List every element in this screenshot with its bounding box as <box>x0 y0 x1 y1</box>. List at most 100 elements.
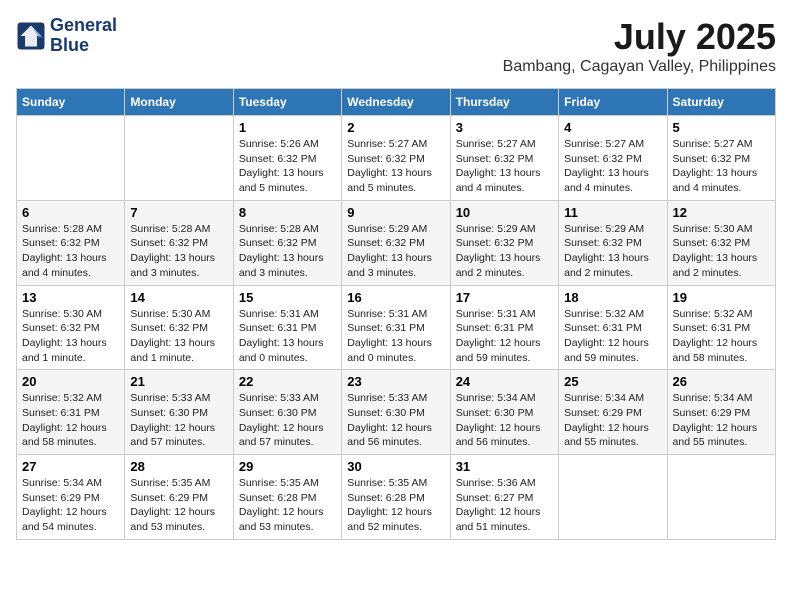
day-info: Sunrise: 5:33 AM Sunset: 6:30 PM Dayligh… <box>130 391 227 450</box>
calendar-cell: 6 Sunrise: 5:28 AM Sunset: 6:32 PM Daylig… <box>17 200 125 285</box>
calendar-cell: 29 Sunrise: 5:35 AM Sunset: 6:28 PM Dayli… <box>233 455 341 540</box>
day-number: 7 <box>130 205 227 220</box>
calendar-cell: 26 Sunrise: 5:34 AM Sunset: 6:29 PM Dayli… <box>667 370 775 455</box>
calendar-cell <box>559 455 667 540</box>
calendar-cell: 21 Sunrise: 5:33 AM Sunset: 6:30 PM Dayli… <box>125 370 233 455</box>
weekday-header-monday: Monday <box>125 89 233 116</box>
calendar-cell <box>17 116 125 201</box>
calendar-week-3: 13 Sunrise: 5:30 AM Sunset: 6:32 PM Dayli… <box>17 285 776 370</box>
day-number: 26 <box>673 374 770 389</box>
day-info: Sunrise: 5:30 AM Sunset: 6:32 PM Dayligh… <box>22 307 119 366</box>
calendar-cell: 1 Sunrise: 5:26 AM Sunset: 6:32 PM Daylig… <box>233 116 341 201</box>
day-info: Sunrise: 5:32 AM Sunset: 6:31 PM Dayligh… <box>673 307 770 366</box>
day-number: 12 <box>673 205 770 220</box>
day-number: 30 <box>347 459 444 474</box>
calendar-body: 1 Sunrise: 5:26 AM Sunset: 6:32 PM Daylig… <box>17 116 776 540</box>
day-info: Sunrise: 5:31 AM Sunset: 6:31 PM Dayligh… <box>456 307 553 366</box>
calendar-cell <box>125 116 233 201</box>
calendar-week-2: 6 Sunrise: 5:28 AM Sunset: 6:32 PM Daylig… <box>17 200 776 285</box>
calendar-week-4: 20Sunrise: 5:32 AM Sunset: 6:31 PM Dayli… <box>17 370 776 455</box>
calendar-cell: 30 Sunrise: 5:35 AM Sunset: 6:28 PM Dayli… <box>342 455 450 540</box>
day-info: Sunrise: 5:29 AM Sunset: 6:32 PM Dayligh… <box>456 222 553 281</box>
weekday-header-tuesday: Tuesday <box>233 89 341 116</box>
calendar-cell: 22 Sunrise: 5:33 AM Sunset: 6:30 PM Dayli… <box>233 370 341 455</box>
calendar-week-5: 27Sunrise: 5:34 AM Sunset: 6:29 PM Dayli… <box>17 455 776 540</box>
weekday-header-friday: Friday <box>559 89 667 116</box>
day-number: 1 <box>239 120 336 135</box>
day-info: Sunrise: 5:26 AM Sunset: 6:32 PM Dayligh… <box>239 137 336 196</box>
calendar-cell: 7 Sunrise: 5:28 AM Sunset: 6:32 PM Daylig… <box>125 200 233 285</box>
day-info: Sunrise: 5:28 AM Sunset: 6:32 PM Dayligh… <box>22 222 119 281</box>
calendar-cell: 18Sunrise: 5:32 AM Sunset: 6:31 PM Dayli… <box>559 285 667 370</box>
calendar-cell: 14 Sunrise: 5:30 AM Sunset: 6:32 PM Dayli… <box>125 285 233 370</box>
day-number: 19 <box>673 290 770 305</box>
calendar-cell <box>667 455 775 540</box>
calendar-week-1: 1 Sunrise: 5:26 AM Sunset: 6:32 PM Daylig… <box>17 116 776 201</box>
day-info: Sunrise: 5:31 AM Sunset: 6:31 PM Dayligh… <box>347 307 444 366</box>
day-info: Sunrise: 5:32 AM Sunset: 6:31 PM Dayligh… <box>564 307 661 366</box>
day-number: 13 <box>22 290 119 305</box>
location: Bambang, Cagayan Valley, Philippines <box>503 58 776 76</box>
day-info: Sunrise: 5:34 AM Sunset: 6:29 PM Dayligh… <box>22 476 119 535</box>
calendar-cell: 23 Sunrise: 5:33 AM Sunset: 6:30 PM Dayli… <box>342 370 450 455</box>
day-number: 17 <box>456 290 553 305</box>
day-number: 24 <box>456 374 553 389</box>
day-number: 31 <box>456 459 553 474</box>
calendar-cell: 3Sunrise: 5:27 AM Sunset: 6:32 PM Daylig… <box>450 116 558 201</box>
logo-icon <box>16 21 46 51</box>
day-info: Sunrise: 5:33 AM Sunset: 6:30 PM Dayligh… <box>239 391 336 450</box>
day-number: 9 <box>347 205 444 220</box>
day-number: 10 <box>456 205 553 220</box>
calendar-cell: 2 Sunrise: 5:27 AM Sunset: 6:32 PM Daylig… <box>342 116 450 201</box>
day-number: 2 <box>347 120 444 135</box>
calendar-cell: 10 Sunrise: 5:29 AM Sunset: 6:32 PM Dayli… <box>450 200 558 285</box>
day-info: Sunrise: 5:27 AM Sunset: 6:32 PM Dayligh… <box>564 137 661 196</box>
day-number: 6 <box>22 205 119 220</box>
calendar-cell: 12 Sunrise: 5:30 AM Sunset: 6:32 PM Dayli… <box>667 200 775 285</box>
day-number: 25 <box>564 374 661 389</box>
calendar-cell: 28Sunrise: 5:35 AM Sunset: 6:29 PM Dayli… <box>125 455 233 540</box>
calendar-header-row: SundayMondayTuesdayWednesdayThursdayFrid… <box>17 89 776 116</box>
day-number: 8 <box>239 205 336 220</box>
day-info: Sunrise: 5:33 AM Sunset: 6:30 PM Dayligh… <box>347 391 444 450</box>
calendar-cell: 27Sunrise: 5:34 AM Sunset: 6:29 PM Dayli… <box>17 455 125 540</box>
calendar-cell: 13 Sunrise: 5:30 AM Sunset: 6:32 PM Dayli… <box>17 285 125 370</box>
weekday-header-sunday: Sunday <box>17 89 125 116</box>
weekday-header-wednesday: Wednesday <box>342 89 450 116</box>
day-number: 21 <box>130 374 227 389</box>
day-number: 29 <box>239 459 336 474</box>
calendar-cell: 8 Sunrise: 5:28 AM Sunset: 6:32 PM Daylig… <box>233 200 341 285</box>
day-number: 20 <box>22 374 119 389</box>
weekday-header-thursday: Thursday <box>450 89 558 116</box>
day-info: Sunrise: 5:34 AM Sunset: 6:29 PM Dayligh… <box>564 391 661 450</box>
page-header: General Blue July 2025 Bambang, Cagayan … <box>16 16 776 76</box>
day-number: 5 <box>673 120 770 135</box>
day-info: Sunrise: 5:30 AM Sunset: 6:32 PM Dayligh… <box>130 307 227 366</box>
calendar-cell: 16 Sunrise: 5:31 AM Sunset: 6:31 PM Dayli… <box>342 285 450 370</box>
day-info: Sunrise: 5:31 AM Sunset: 6:31 PM Dayligh… <box>239 307 336 366</box>
day-info: Sunrise: 5:35 AM Sunset: 6:28 PM Dayligh… <box>239 476 336 535</box>
day-number: 22 <box>239 374 336 389</box>
calendar-cell: 4Sunrise: 5:27 AM Sunset: 6:32 PM Daylig… <box>559 116 667 201</box>
title-block: July 2025 Bambang, Cagayan Valley, Phili… <box>503 16 776 76</box>
day-number: 15 <box>239 290 336 305</box>
day-info: Sunrise: 5:35 AM Sunset: 6:28 PM Dayligh… <box>347 476 444 535</box>
weekday-header-saturday: Saturday <box>667 89 775 116</box>
day-info: Sunrise: 5:30 AM Sunset: 6:32 PM Dayligh… <box>673 222 770 281</box>
day-info: Sunrise: 5:34 AM Sunset: 6:30 PM Dayligh… <box>456 391 553 450</box>
calendar-cell: 11Sunrise: 5:29 AM Sunset: 6:32 PM Dayli… <box>559 200 667 285</box>
day-number: 14 <box>130 290 227 305</box>
calendar-cell: 20Sunrise: 5:32 AM Sunset: 6:31 PM Dayli… <box>17 370 125 455</box>
day-number: 11 <box>564 205 661 220</box>
day-info: Sunrise: 5:36 AM Sunset: 6:27 PM Dayligh… <box>456 476 553 535</box>
day-number: 28 <box>130 459 227 474</box>
day-number: 23 <box>347 374 444 389</box>
day-number: 16 <box>347 290 444 305</box>
day-info: Sunrise: 5:28 AM Sunset: 6:32 PM Dayligh… <box>130 222 227 281</box>
day-info: Sunrise: 5:28 AM Sunset: 6:32 PM Dayligh… <box>239 222 336 281</box>
day-info: Sunrise: 5:27 AM Sunset: 6:32 PM Dayligh… <box>347 137 444 196</box>
calendar-cell: 5Sunrise: 5:27 AM Sunset: 6:32 PM Daylig… <box>667 116 775 201</box>
day-info: Sunrise: 5:34 AM Sunset: 6:29 PM Dayligh… <box>673 391 770 450</box>
calendar-cell: 9Sunrise: 5:29 AM Sunset: 6:32 PM Daylig… <box>342 200 450 285</box>
calendar-table: SundayMondayTuesdayWednesdayThursdayFrid… <box>16 88 776 540</box>
